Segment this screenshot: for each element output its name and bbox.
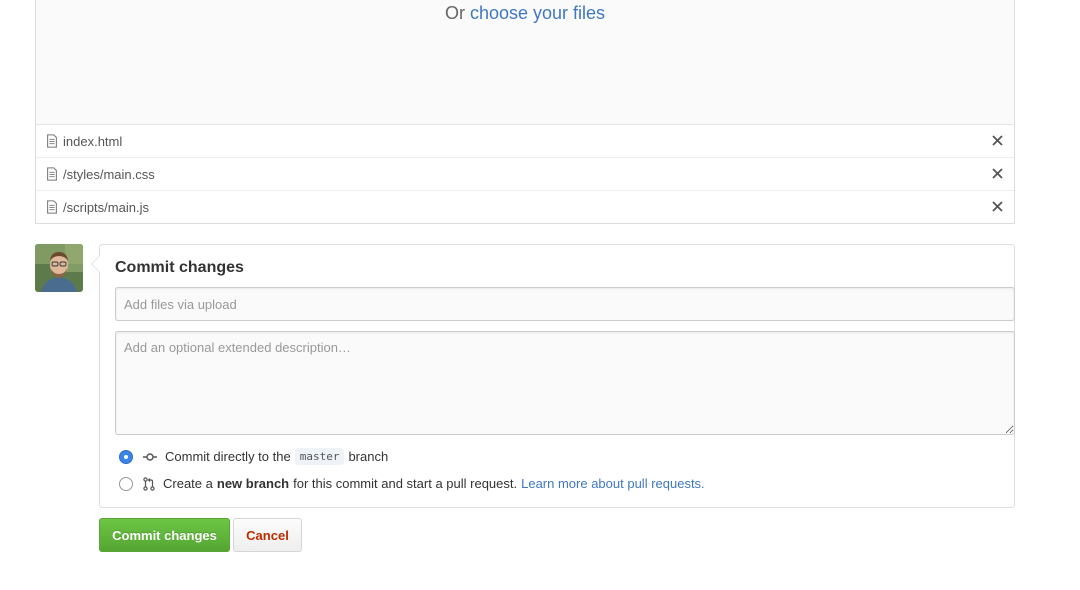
- learn-more-link[interactable]: Learn more about pull requests.: [521, 476, 705, 491]
- commit-changes-button[interactable]: Commit changes: [99, 518, 230, 552]
- close-icon[interactable]: [990, 166, 1004, 180]
- file-icon: [46, 134, 58, 148]
- file-row: index.html: [36, 125, 1014, 157]
- avatar[interactable]: [35, 244, 83, 292]
- commit-direct-text-before: Commit directly to the: [165, 449, 291, 464]
- new-branch-text-after: for this commit and start a pull request…: [293, 476, 518, 491]
- choose-files-link[interactable]: choose your files: [470, 3, 605, 23]
- file-icon: [46, 167, 58, 181]
- new-branch-radio[interactable]: [119, 476, 133, 491]
- new-branch-text-before: Create a: [163, 476, 213, 491]
- file-name: /styles/main.css: [63, 166, 155, 182]
- file-row: /styles/main.css: [36, 157, 1014, 190]
- commit-direct-option[interactable]: Commit directly to the master branch: [119, 448, 388, 465]
- close-icon[interactable]: [990, 133, 1004, 147]
- dropzone-prefix: Or: [444, 3, 465, 23]
- file-icon: [46, 200, 58, 214]
- new-branch-bold: new branch: [216, 476, 290, 491]
- commit-direct-radio[interactable]: [119, 449, 133, 464]
- commit-title: Commit changes: [115, 259, 244, 276]
- file-name: /scripts/main.js: [63, 199, 149, 215]
- file-row: /scripts/main.js: [36, 190, 1014, 223]
- dropzone-text: Or choose your files: [36, 3, 1014, 24]
- branch-name: master: [294, 448, 345, 465]
- new-branch-option[interactable]: Create a new branch for this commit and …: [119, 476, 705, 491]
- commit-direct-text-after: branch: [348, 449, 389, 464]
- file-name: index.html: [63, 133, 123, 149]
- git-pull-request-icon: [143, 476, 155, 491]
- commit-summary-input[interactable]: [115, 287, 1015, 321]
- file-list: index.html /styles/main.css /scripts/mai…: [35, 124, 1015, 224]
- commit-description-input[interactable]: [115, 331, 1015, 435]
- close-icon[interactable]: [990, 199, 1004, 213]
- commit-form: Commit changes Commit directly to the ma…: [91, 244, 1015, 508]
- cancel-button[interactable]: Cancel: [233, 518, 302, 552]
- upload-dropzone[interactable]: Or choose your files: [35, 0, 1015, 124]
- git-commit-icon: [143, 452, 157, 462]
